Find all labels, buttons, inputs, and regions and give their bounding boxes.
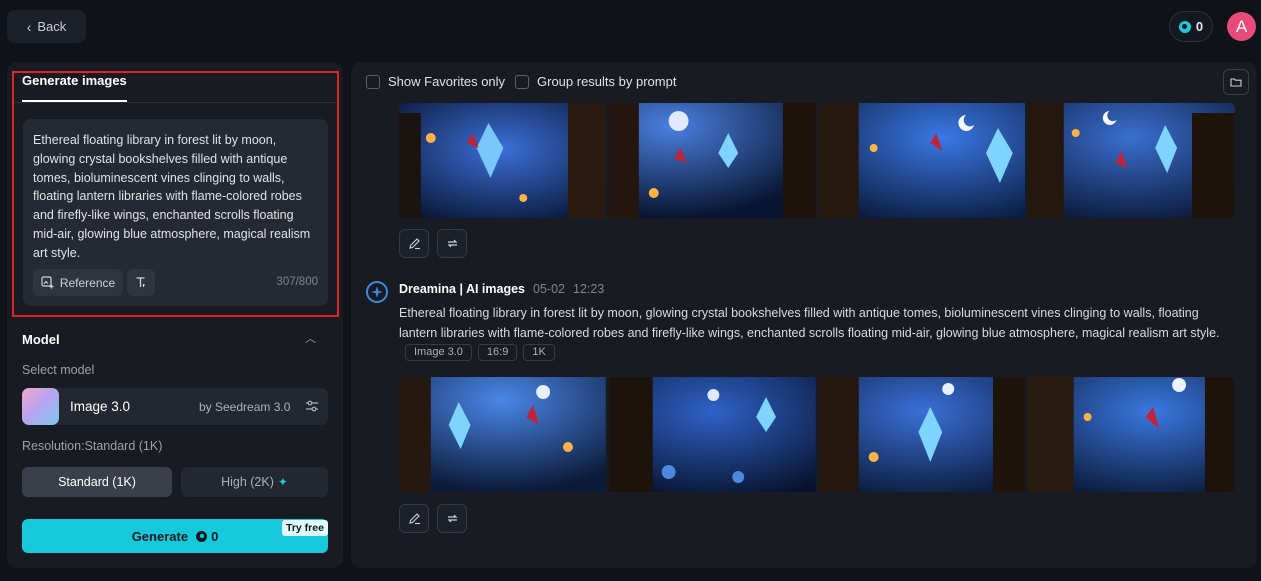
credits-count: 0 <box>1195 19 1204 34</box>
generation-prompt: Ethereal floating library in forest lit … <box>399 304 1229 363</box>
model-tag: Image 3.0 <box>405 344 472 361</box>
reference-button[interactable]: Reference <box>33 269 123 296</box>
avatar-letter: A <box>1235 16 1248 36</box>
sliders-icon[interactable] <box>304 398 320 414</box>
image-row-1 <box>399 103 1235 218</box>
generated-image[interactable] <box>1028 103 1235 218</box>
resolution-high-label: High (2K) <box>221 475 274 489</box>
coin-icon <box>196 530 208 542</box>
reference-label: Reference <box>59 275 116 290</box>
generated-image[interactable] <box>608 377 816 492</box>
generation-date: 05-02 <box>533 282 565 296</box>
folder-button[interactable] <box>1223 69 1249 95</box>
reference-image-icon <box>41 276 54 289</box>
folder-icon <box>1230 78 1242 87</box>
generate-panel: Generate images Ethereal floating librar… <box>7 62 343 568</box>
back-button[interactable]: ‹ Back <box>7 10 86 43</box>
pencil-icon <box>408 513 420 525</box>
generated-image[interactable] <box>399 377 606 492</box>
generated-image[interactable] <box>1028 377 1235 492</box>
show-favorites-label: Show Favorites only <box>388 74 506 89</box>
group-results-label: Group results by prompt <box>537 74 677 89</box>
show-favorites-checkbox[interactable] <box>366 74 380 89</box>
sparkle-icon: ✦ <box>277 475 288 489</box>
avatar[interactable]: A <box>1227 12 1256 41</box>
credits-badge[interactable]: 0 <box>1169 11 1213 42</box>
generated-image[interactable] <box>818 103 1026 218</box>
edit-button[interactable] <box>399 504 429 533</box>
edit-button[interactable] <box>399 229 429 258</box>
prompt-text[interactable]: Ethereal floating library in forest lit … <box>33 131 313 263</box>
generation-meta: Dreamina | AI images 05-02 12:23 <box>399 282 604 296</box>
prompt-input[interactable]: Ethereal floating library in forest lit … <box>23 119 328 306</box>
coin-icon <box>1178 20 1191 33</box>
group-results-checkbox[interactable] <box>515 74 529 89</box>
char-count: 307/800 <box>276 276 318 288</box>
text-style-button[interactable] <box>127 269 155 296</box>
dreamina-logo-icon <box>366 281 388 303</box>
resolution-standard-button[interactable]: Standard (1K) <box>22 467 172 497</box>
regenerate-button[interactable] <box>437 229 467 258</box>
resolution-standard-label: Standard (1K) <box>58 475 136 489</box>
repeat-icon <box>447 514 457 523</box>
select-model-label: Select model <box>22 363 95 377</box>
text-format-icon <box>136 277 145 287</box>
try-free-badge: Try free <box>282 520 328 536</box>
back-label: Back <box>37 19 67 34</box>
model-provider: by Seedream 3.0 <box>199 400 291 414</box>
tab-generate-images[interactable]: Generate images <box>22 73 127 102</box>
image-row-2 <box>399 377 1235 492</box>
generation-time: 12:23 <box>573 282 605 296</box>
resolution-label: Resolution:Standard (1K) <box>22 439 163 453</box>
generate-label: Generate <box>131 528 189 544</box>
generate-cost-value: 0 <box>211 528 219 544</box>
show-favorites-filter[interactable]: Show Favorites only <box>366 74 505 89</box>
pencil-icon <box>408 238 420 250</box>
model-selector[interactable]: Image 3.0 by Seedream 3.0 <box>22 388 328 425</box>
generate-cost: 0 <box>196 529 218 544</box>
generation-author: Dreamina | AI images <box>399 282 526 296</box>
chevron-left-icon: ‹ <box>26 18 32 35</box>
repeat-icon <box>447 239 457 248</box>
tab-bar: Generate images <box>12 71 338 103</box>
group-results-filter[interactable]: Group results by prompt <box>515 74 676 89</box>
generation-prompt-text: Ethereal floating library in forest lit … <box>399 306 1220 340</box>
model-name: Image 3.0 <box>70 399 131 414</box>
chevron-up-icon[interactable]: ︿ <box>305 330 316 346</box>
resolution-tag: 1K <box>523 344 555 361</box>
generated-image[interactable] <box>608 103 816 218</box>
regenerate-button[interactable] <box>437 504 467 533</box>
resolution-high-button[interactable]: High (2K) ✦ <box>181 467 328 497</box>
generated-image[interactable] <box>399 103 606 218</box>
model-section-title: Model <box>22 332 60 347</box>
model-thumbnail <box>22 388 59 425</box>
generated-image[interactable] <box>818 377 1026 492</box>
ratio-tag: 16:9 <box>477 344 518 361</box>
results-panel: Show Favorites only Group results by pro… <box>351 62 1257 568</box>
